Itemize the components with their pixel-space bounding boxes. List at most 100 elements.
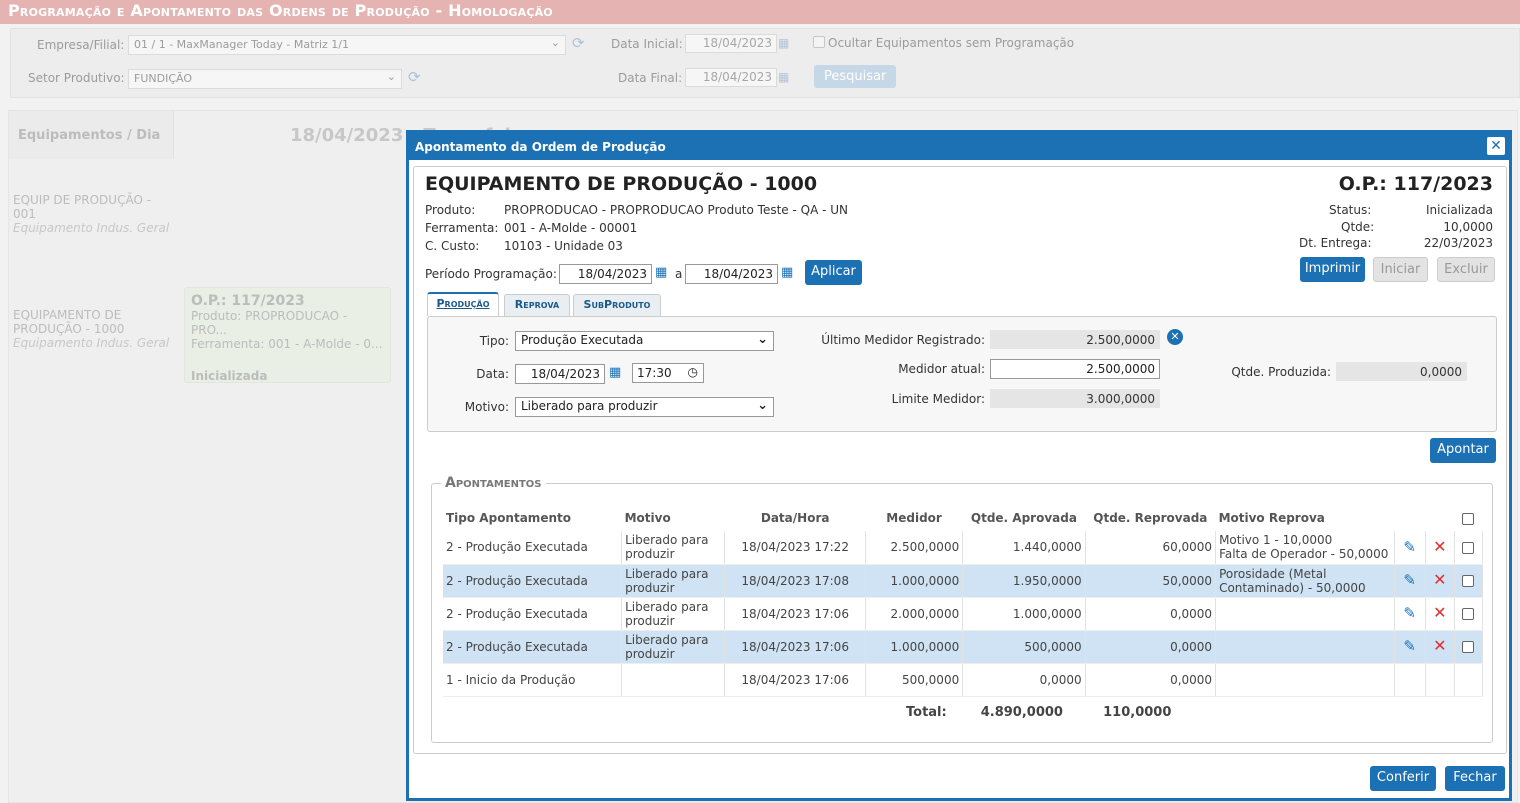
total-aprovada: 4.890,0000 (980, 704, 1063, 720)
col-header-motivo-reprova[interactable]: Motivo Reprova (1216, 505, 1395, 531)
qtde-produzida-label: Qtde. Produzida: (1231, 365, 1331, 379)
cell-medidor: 1.000,0000 (865, 564, 964, 598)
table-row[interactable]: 2 - Produção Executada Liberado para prod… (443, 630, 1484, 664)
produto-value: PROPRODUCAO - PROPRODUCAO Produto Teste … (504, 203, 849, 217)
table-row[interactable]: 1 - Inicio da Produção 18/04/2023 17:06 … (443, 663, 1484, 697)
custo-value: 10103 - Unidade 03 (504, 239, 623, 253)
hora-input[interactable]: 17:30 ◷ (632, 363, 704, 383)
op-title: O.P.: 117/2023 (1338, 173, 1493, 195)
edit-pencil-icon[interactable]: ✎ (1403, 538, 1416, 556)
tab-producao[interactable]: Produção (427, 292, 499, 316)
col-header-reprovada[interactable]: Qtde. Reprovada (1085, 505, 1215, 531)
col-header-motivo[interactable]: Motivo (622, 505, 725, 531)
motivo-select[interactable]: Liberado para produzir ⌄ (515, 397, 774, 417)
medidor-atual-input[interactable]: 2.500,0000 (990, 359, 1160, 379)
clear-icon[interactable]: ✕ (1167, 329, 1183, 345)
imprimir-button[interactable]: Imprimir (1300, 257, 1365, 282)
cell-edit: ✎ (1394, 597, 1426, 631)
total-row: Total: 4.890,0000 110,0000 (443, 696, 1483, 729)
table-row[interactable]: 2 - Produção Executada Liberado para prod… (443, 564, 1484, 598)
total-reprovada: 110,0000 (1103, 704, 1172, 720)
tipo-select-value: Produção Executada (521, 333, 644, 347)
row-checkbox[interactable] (1462, 608, 1475, 620)
dialog-title: Apontamento da Ordem de Produção (415, 140, 666, 154)
cell-medidor: 2.500,0000 (865, 531, 964, 565)
tab-reprova[interactable]: Reprova (504, 294, 570, 316)
status-value: Inicializada (1425, 203, 1493, 217)
cell-motivo: Liberado para produzir (621, 597, 726, 631)
col-header-datahora[interactable]: Data/Hora (725, 505, 865, 531)
data-input[interactable]: 18/04/2023 (515, 364, 605, 384)
cell-tipo: 2 - Produção Executada (443, 630, 623, 664)
edit-pencil-icon[interactable]: ✎ (1403, 604, 1416, 622)
qtde-value: 10,0000 (1443, 220, 1493, 234)
cell-motivo: Liberado para produzir (621, 564, 726, 598)
edit-pencil-icon[interactable]: ✎ (1403, 571, 1416, 589)
periodo-ate-input[interactable]: 18/04/2023 (685, 264, 778, 284)
cell-empty (1394, 696, 1425, 729)
cell-aprovada: 0,0000 (962, 663, 1086, 697)
row-checkbox[interactable] (1462, 541, 1475, 554)
tipo-select[interactable]: Produção Executada ⌄ (515, 331, 774, 351)
motivo-line: produzir (625, 580, 675, 595)
limite-medidor-value: 3.000,0000 (990, 389, 1160, 408)
cell-datahora: 18/04/2023 17:08 (724, 564, 866, 598)
periodo-de-input[interactable]: 18/04/2023 (559, 264, 652, 284)
table-row[interactable]: 2 - Produção Executada Liberado para prod… (443, 597, 1484, 631)
cell-motivo-reprova (1215, 630, 1395, 664)
row-checkbox[interactable] (1462, 575, 1475, 587)
motivo-line: produzir (625, 547, 675, 562)
conferir-button[interactable]: Conferir (1370, 766, 1436, 791)
apontamentos-table: Tipo Apontamento Motivo Data/Hora Medido… (443, 505, 1484, 729)
apontar-button[interactable]: Apontar (1430, 438, 1496, 463)
delete-x-icon[interactable]: ✕ (1433, 603, 1446, 622)
cell-motivo-reprova (1215, 597, 1395, 631)
cell-empty (1216, 696, 1395, 729)
col-header-tipo[interactable]: Tipo Apontamento (443, 505, 622, 531)
edit-pencil-icon[interactable]: ✎ (1403, 637, 1416, 655)
hora-value: 17:30 (637, 366, 672, 380)
col-header-medidor[interactable]: Medidor (865, 505, 962, 531)
tipo-label: Tipo: (479, 334, 509, 348)
calendar-icon[interactable]: ▦ (609, 365, 621, 380)
medidor-atual-label: Medidor atual: (898, 362, 985, 376)
motivo-reprova-line: Motivo 1 - 10,0000 (1219, 533, 1333, 548)
apontamento-dialog: Apontamento da Ordem de Produção ✕ EQUIP… (406, 130, 1512, 801)
table-row[interactable]: 2 - Produção Executada Liberado para prod… (443, 531, 1484, 565)
cell-reprovada: 0,0000 (1085, 663, 1217, 697)
cell-edit (1394, 663, 1426, 697)
cell-aprovada: 1.440,0000 (962, 531, 1086, 565)
calendar-icon[interactable]: ▦ (781, 265, 793, 280)
cell-aprovada: 500,0000 (962, 630, 1086, 664)
cell-tipo: 1 - Inicio da Produção (443, 663, 623, 697)
col-header-aprovada[interactable]: Qtde. Aprovada (963, 505, 1085, 531)
cell-select (1454, 630, 1484, 664)
delete-x-icon[interactable]: ✕ (1433, 636, 1446, 655)
row-checkbox[interactable] (1462, 641, 1475, 653)
ferramenta-value: 001 - A-Molde - 00001 (504, 221, 638, 235)
iniciar-button[interactable]: Iniciar (1373, 257, 1428, 282)
delete-x-icon[interactable]: ✕ (1433, 537, 1446, 556)
cell-motivo-reprova: Porosidade (Metal Contaminado) - 50,0000 (1215, 564, 1395, 598)
cell-delete: ✕ (1425, 597, 1455, 631)
tab-subproduto[interactable]: SubProduto (573, 294, 661, 316)
select-all-checkbox[interactable] (1462, 512, 1475, 525)
fechar-button[interactable]: Fechar (1445, 766, 1505, 791)
aplicar-button[interactable]: Aplicar (805, 260, 862, 285)
cell-select (1454, 597, 1484, 631)
periodo-a-label: a (675, 267, 683, 281)
chevron-down-icon: ⌄ (757, 398, 768, 413)
cell-empty (1454, 696, 1482, 729)
calendar-icon[interactable]: ▦ (655, 265, 667, 280)
cell-motivo-reprova (1215, 663, 1395, 697)
close-icon[interactable]: ✕ (1487, 137, 1505, 155)
cell-datahora: 18/04/2023 17:06 (724, 597, 866, 631)
cell-datahora: 18/04/2023 17:06 (724, 630, 866, 664)
delete-x-icon[interactable]: ✕ (1433, 570, 1446, 589)
motivo-select-value: Liberado para produzir (521, 399, 658, 413)
cell-empty (725, 696, 865, 729)
excluir-button[interactable]: Excluir (1437, 257, 1495, 282)
limite-medidor-label: Limite Medidor: (891, 392, 985, 406)
cell-motivo: Liberado para produzir (621, 630, 726, 664)
cell-tipo: 2 - Produção Executada (443, 531, 623, 565)
